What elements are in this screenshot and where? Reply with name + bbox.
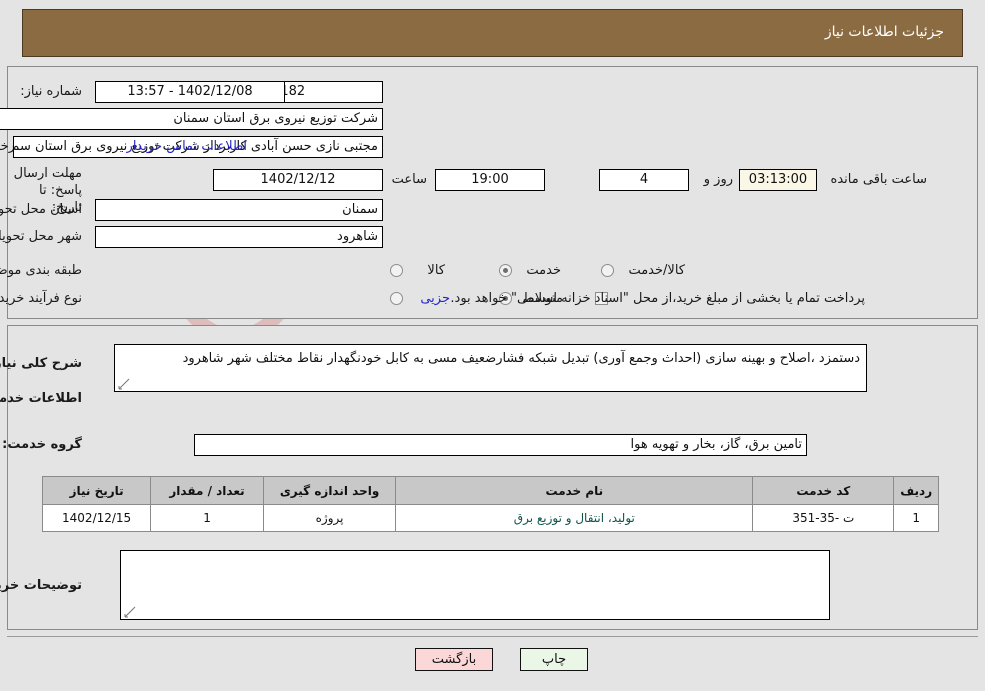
buyer-notes-textarea[interactable]	[120, 550, 830, 620]
province-value: سمنان	[95, 199, 383, 221]
need-info-panel	[7, 66, 978, 319]
col-date: تاریخ نیاز	[41, 476, 152, 505]
deadline-time-value: 19:00	[435, 169, 545, 191]
process-label: نوع فرآیند خرید :	[0, 291, 82, 306]
page-title-bar: جزئیات اطلاعات نیاز	[22, 9, 963, 57]
col-name: نام خدمت	[395, 476, 754, 505]
resize-grip-icon[interactable]	[118, 378, 130, 390]
table-header-row: ردیف کد خدمت نام خدمت واحد اندازه گیری ت…	[41, 476, 939, 505]
description-label: شرح کلی نیاز:	[0, 356, 82, 371]
radio-category-goods-service[interactable]	[601, 264, 614, 277]
cell-date: 1402/12/15	[41, 504, 152, 532]
remaining-time-label: ساعت باقی مانده	[830, 172, 927, 187]
page-root: AriaTender.net جزئیات اطلاعات نیاز شماره…	[0, 0, 985, 691]
announce-datetime-value: 1402/12/08 - 13:57	[95, 81, 285, 103]
print-button[interactable]: چاپ	[520, 648, 588, 671]
radio-process-minor-label: جزیی	[420, 291, 450, 306]
buyer-notes-label: توضیحات خریدار:	[0, 578, 82, 593]
table-row: 1 ت -35-351 تولید، انتقال و توزیع برق پر…	[41, 504, 939, 532]
radio-category-goods[interactable]	[390, 264, 403, 277]
days-and-label: روز و	[703, 172, 733, 187]
category-label: طبقه بندی موضوعی:	[0, 263, 82, 278]
radio-process-minor[interactable]	[390, 292, 403, 305]
cell-name: تولید، انتقال و توزیع برق	[395, 504, 754, 532]
time-left-value: 03:13:00	[739, 169, 817, 191]
col-code: کد خدمت	[752, 476, 895, 505]
days-left-value: 4	[599, 169, 689, 191]
col-unit: واحد اندازه گیری	[262, 476, 397, 505]
city-label: شهر محل تحویل:	[0, 229, 82, 244]
buyer-org-value: شرکت توزیع نیروی برق استان سمنان	[0, 108, 383, 130]
deadline-date-value: 1402/12/12	[213, 169, 383, 191]
services-table: ردیف کد خدمت نام خدمت واحد اندازه گیری ت…	[41, 476, 939, 532]
radio-category-goods-label: کالا	[427, 263, 445, 278]
service-group-value: تامین برق، گاز، بخار و تهویه هوا	[194, 434, 807, 456]
radio-category-service-label: خدمت	[526, 263, 561, 278]
need-number-label: شماره نیاز:	[20, 84, 82, 99]
resize-grip-icon[interactable]	[124, 606, 136, 618]
islamic-treasury-note: پرداخت تمام یا بخشی از مبلغ خرید،از محل …	[450, 291, 865, 306]
page-title: جزئیات اطلاعات نیاز	[824, 24, 944, 40]
back-button[interactable]: بازگشت	[415, 648, 493, 671]
city-value: شاهرود	[95, 226, 383, 248]
services-section-heading: اطلاعات خدمات مورد نیاز	[0, 391, 82, 406]
cell-unit: پروژه	[262, 504, 397, 532]
description-value: دستمزد ،اصلاح و بهینه سازی (احداث وجمع آ…	[182, 351, 860, 366]
radio-category-goods-service-label: کالا/خدمت	[628, 263, 685, 278]
service-group-label: گروه خدمت:	[2, 437, 82, 452]
buyer-contact-link[interactable]: اطلاعات تماس خریدار	[127, 139, 247, 154]
bottom-divider	[7, 636, 978, 637]
cell-quantity: 1	[150, 504, 264, 532]
col-row: ردیف	[893, 476, 939, 505]
col-quantity: تعداد / مقدار	[150, 476, 264, 505]
radio-category-service[interactable]	[499, 264, 512, 277]
cell-code: ت -35-351	[752, 504, 895, 532]
province-label: استان محل تحویل:	[0, 202, 82, 217]
deadline-hour-label: ساعت	[391, 172, 427, 187]
description-textarea[interactable]: دستمزد ،اصلاح و بهینه سازی (احداث وجمع آ…	[114, 344, 867, 392]
cell-row: 1	[893, 504, 939, 532]
